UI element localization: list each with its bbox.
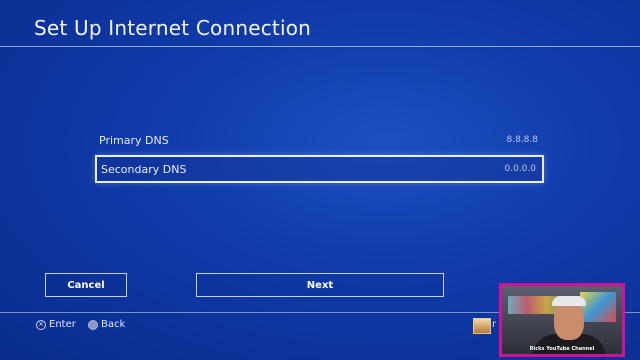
header-divider — [0, 46, 640, 47]
page-title: Set Up Internet Connection — [34, 16, 312, 40]
cancel-button[interactable]: Cancel — [45, 273, 127, 297]
webcam-caption: Ricks YouTube Channel — [529, 346, 595, 352]
primary-dns-row[interactable]: Primary DNS 8.8.8.8 — [95, 126, 544, 154]
webcam-person-cap — [552, 296, 586, 306]
secondary-dns-value: 0.0.0.0 — [504, 164, 537, 174]
enter-label: Enter — [49, 319, 76, 330]
circle-button-icon — [88, 319, 98, 330]
enter-hint: × Enter — [36, 319, 76, 330]
secondary-dns-label: Secondary DNS — [101, 162, 187, 176]
secondary-dns-row[interactable]: Secondary DNS 0.0.0.0 — [95, 155, 544, 183]
back-hint: Back — [88, 319, 125, 330]
webcam-overlay: Ricks YouTube Channel — [499, 283, 625, 357]
primary-dns-label: Primary DNS — [99, 133, 169, 147]
next-button[interactable]: Next — [196, 273, 444, 297]
back-label: Back — [101, 319, 126, 330]
user-name: r — [492, 319, 497, 330]
primary-dns-value: 8.8.8.8 — [506, 135, 539, 145]
cross-button-icon: × — [36, 319, 46, 330]
user-avatar — [473, 318, 491, 334]
webcam-poster — [580, 292, 616, 322]
webcam-person-face — [554, 300, 584, 340]
